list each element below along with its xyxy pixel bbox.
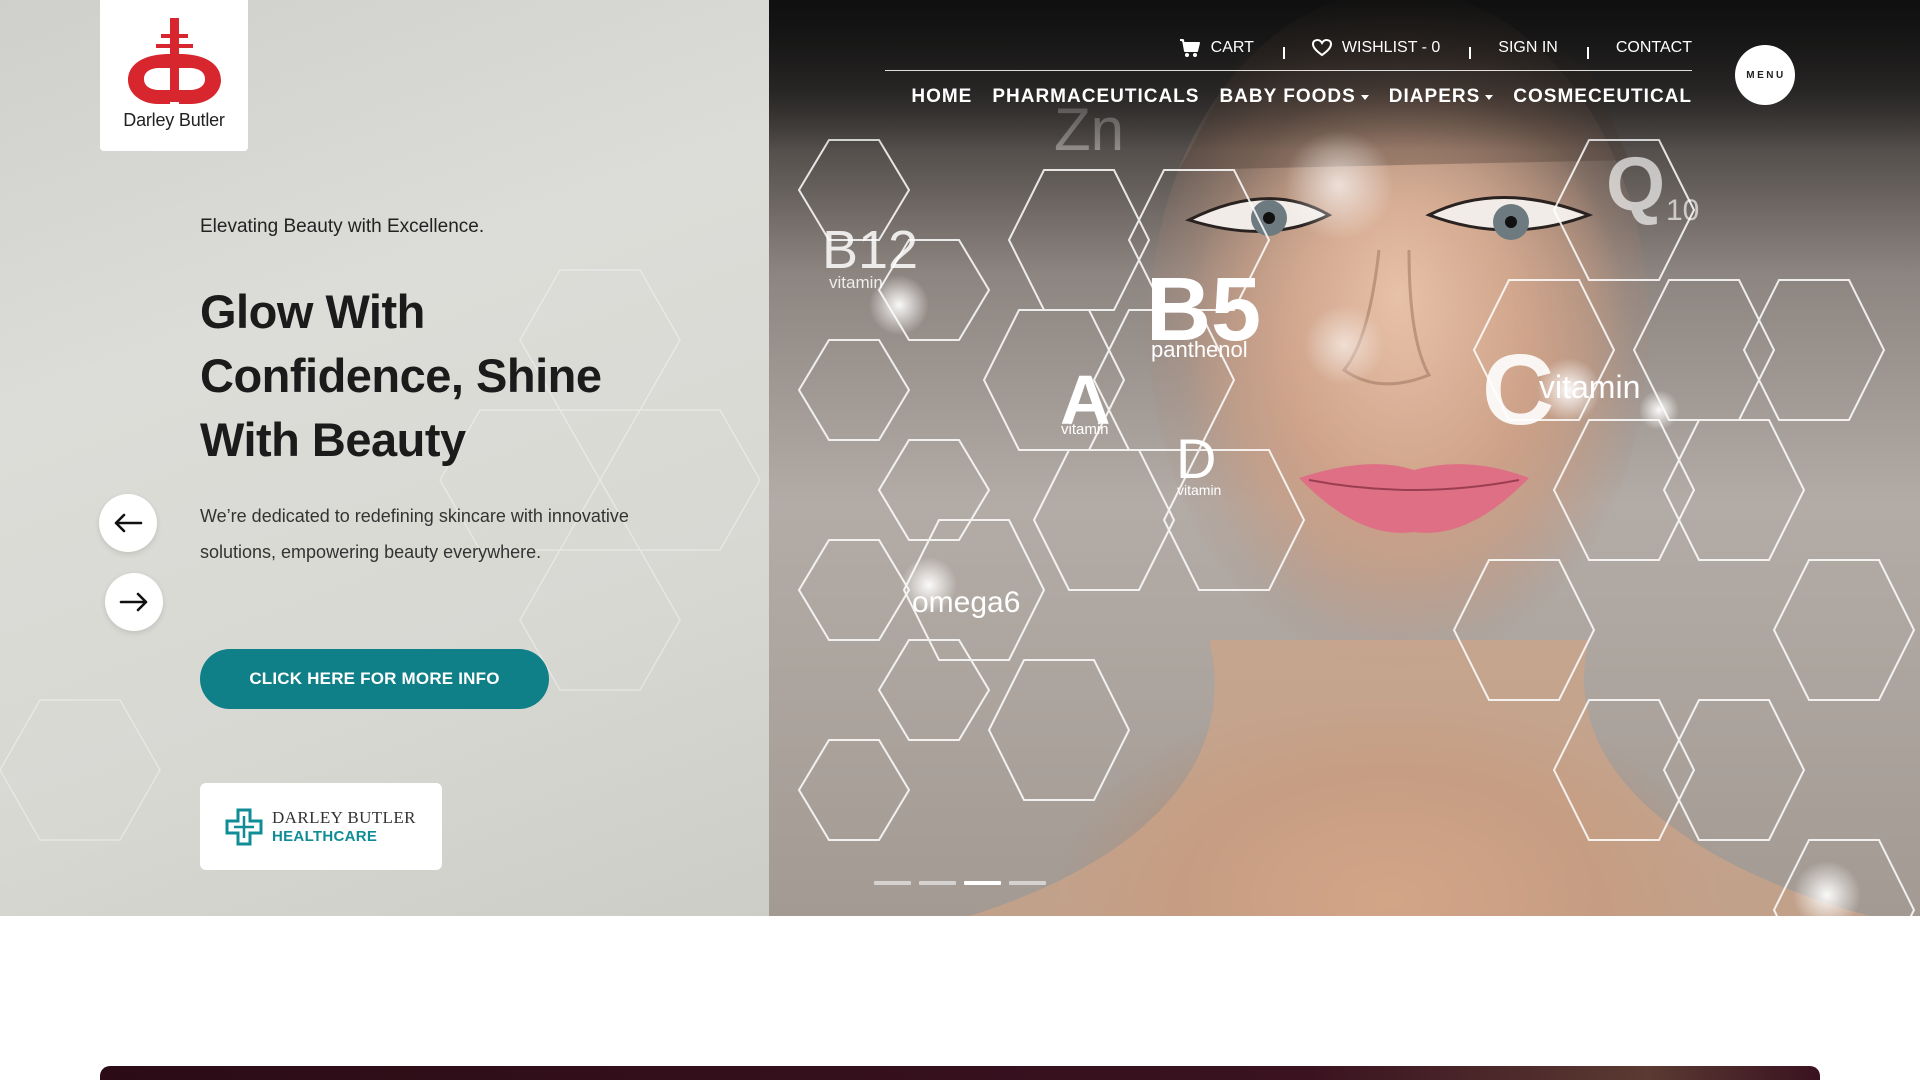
slider-dot[interactable] bbox=[874, 881, 911, 885]
hero-tagline: Elevating Beauty with Excellence. bbox=[200, 216, 485, 237]
nav-label: DIAPERS bbox=[1388, 86, 1481, 107]
b12-label: B12 bbox=[822, 220, 918, 280]
hero-headline: Glow With Confidence, Shine With Beauty bbox=[200, 285, 602, 466]
brand-name: Darley Butler bbox=[123, 110, 225, 130]
d-sublabel: vitamin bbox=[1177, 482, 1221, 498]
healthcare-cross-icon bbox=[225, 808, 263, 845]
utility-bar: CART WISHLIST - 0 SIGN IN CONTACT bbox=[1150, 30, 1692, 66]
main-nav: HOME PHARMACEUTICALS BABY FOODS DIAPERS … bbox=[911, 86, 1692, 108]
signin-link[interactable]: SIGN IN bbox=[1469, 39, 1587, 59]
partner-subname: HEALTHCARE bbox=[272, 828, 378, 845]
slider-dot[interactable] bbox=[919, 881, 956, 885]
b12-sublabel: vitamin bbox=[829, 273, 883, 292]
brand-logo-icon bbox=[128, 18, 221, 104]
b5-sublabel: panthenol bbox=[1151, 337, 1248, 362]
nav-item-baby-foods[interactable]: BABY FOODS bbox=[1219, 86, 1369, 108]
next-section-banner bbox=[100, 1066, 1820, 1080]
slider-pagination bbox=[874, 881, 1046, 885]
omega-label: omega6 bbox=[912, 586, 1020, 619]
slider-dot[interactable] bbox=[1009, 881, 1046, 885]
a-sublabel: vitamin bbox=[1061, 421, 1109, 438]
hero-image: B12 vitamin B5 panthenol A vitamin D vit… bbox=[769, 0, 1920, 916]
hero-description: We’re dedicated to redefining skincare w… bbox=[200, 506, 629, 562]
partner-logo[interactable]: DARLEY BUTLER HEALTHCARE bbox=[200, 783, 442, 870]
d-label: D bbox=[1176, 427, 1216, 490]
nav-label: PHARMACEUTICALS bbox=[992, 86, 1200, 107]
nav-label: COSMECEUTICAL bbox=[1513, 86, 1692, 107]
chevron-down-icon bbox=[1360, 94, 1369, 100]
chevron-down-icon bbox=[1485, 94, 1494, 100]
q-sublabel: 10 bbox=[1666, 194, 1699, 227]
cart-link[interactable]: CART bbox=[1150, 38, 1283, 58]
wishlist-label: WISHLIST - 0 bbox=[1341, 39, 1441, 56]
signin-label: SIGN IN bbox=[1498, 39, 1558, 56]
contact-label: CONTACT bbox=[1615, 39, 1692, 56]
arrow-right-icon bbox=[119, 592, 148, 612]
nav-item-cosmeceutical[interactable]: COSMECEUTICAL bbox=[1513, 86, 1692, 108]
more-info-button[interactable]: CLICK HERE FOR MORE INFO bbox=[200, 649, 549, 709]
cart-icon bbox=[1179, 39, 1200, 57]
nav-item-pharmaceuticals[interactable]: PHARMACEUTICALS bbox=[992, 86, 1199, 108]
nav-divider bbox=[885, 70, 1692, 71]
contact-link[interactable]: CONTACT bbox=[1586, 39, 1692, 59]
slider-prev-button[interactable] bbox=[99, 494, 157, 552]
nav-label: BABY FOODS bbox=[1219, 86, 1356, 107]
heart-icon bbox=[1311, 39, 1332, 57]
c-word-label: vitamin bbox=[1539, 369, 1640, 405]
partner-name: DARLEY BUTLER bbox=[272, 808, 416, 827]
wishlist-link[interactable]: WISHLIST - 0 bbox=[1282, 39, 1469, 59]
cart-label: CART bbox=[1210, 39, 1254, 56]
slider-dot-active[interactable] bbox=[964, 881, 1001, 885]
slider-next-button[interactable] bbox=[105, 573, 163, 631]
nav-label: HOME bbox=[911, 86, 973, 107]
nav-item-home[interactable]: HOME bbox=[911, 86, 972, 108]
menu-button[interactable]: MENU bbox=[1735, 45, 1795, 105]
brand-logo[interactable]: Darley Butler bbox=[100, 0, 248, 151]
q-label: Q bbox=[1606, 142, 1665, 227]
arrow-left-icon bbox=[114, 513, 143, 533]
nav-item-diapers[interactable]: DIAPERS bbox=[1388, 86, 1494, 108]
hero-section: B12 vitamin B5 panthenol A vitamin D vit… bbox=[0, 0, 1920, 916]
